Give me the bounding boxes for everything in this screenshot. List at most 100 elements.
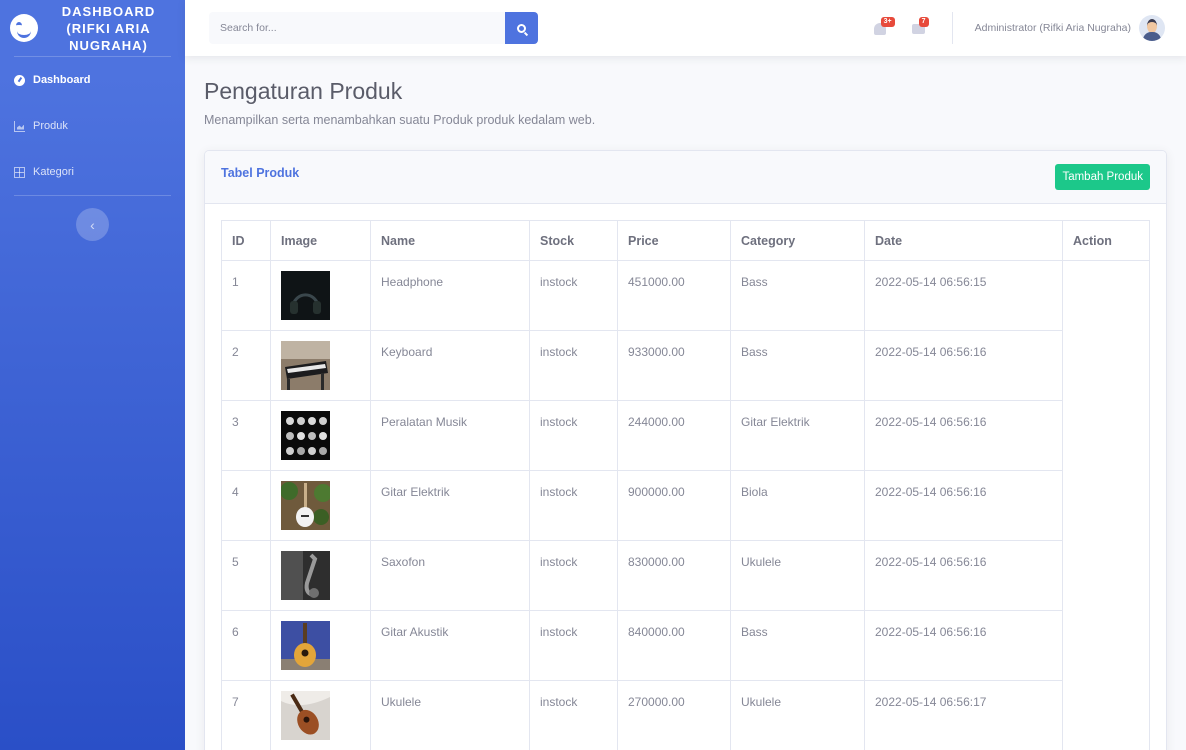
cell-stock: instock <box>529 610 618 681</box>
cell-action <box>1062 400 1150 471</box>
table-row: 1 Headphone instock 451000.00 Bass 2022-… <box>221 260 1150 331</box>
page-title: Pengaturan Produk <box>204 78 403 104</box>
sidebar-item-label: Produk <box>33 120 68 132</box>
sidebar-divider <box>14 195 171 196</box>
laugh-wink-icon <box>10 14 38 42</box>
cell-id: 6 <box>221 610 271 681</box>
cell-image <box>270 610 371 681</box>
cell-price: 840000.00 <box>617 610 731 681</box>
product-image-peralatan-musik[interactable] <box>281 411 330 460</box>
sidebar-item-produk[interactable]: Produk <box>0 103 185 149</box>
add-product-button[interactable]: Tambah Produk <box>1055 164 1150 190</box>
cell-image <box>270 260 371 331</box>
brand-text: DASHBOARD (RIFKI ARIA NUGRAHA) <box>61 3 156 53</box>
cell-date: 2022-05-14 06:56:16 <box>864 330 1063 401</box>
cell-price: 451000.00 <box>617 260 731 331</box>
messages-button[interactable]: 7 <box>911 17 929 35</box>
user-name[interactable]: Administrator (Rifki Aria Nugraha) <box>975 22 1131 34</box>
col-header-category[interactable]: Category <box>730 220 865 261</box>
cell-date: 2022-05-14 06:56:15 <box>864 260 1063 331</box>
messages-badge: 7 <box>918 17 929 27</box>
product-image-keyboard[interactable] <box>281 341 330 390</box>
cell-action <box>1062 540 1150 611</box>
cell-date: 2022-05-14 06:56:16 <box>864 400 1063 471</box>
search-input[interactable] <box>209 12 505 44</box>
sidebar-item-label: Dashboard <box>33 74 91 86</box>
topbar-right: 3+ 7 Administrator (Rifki Aria Nugraha) <box>873 0 1186 56</box>
card-title: Tabel Produk <box>221 166 300 180</box>
tachometer-icon <box>14 74 25 86</box>
cell-price: 900000.00 <box>617 470 731 541</box>
cell-name: Ukulele <box>370 680 530 750</box>
cell-action <box>1062 470 1150 541</box>
cell-id: 2 <box>221 330 271 401</box>
cell-category: Ukulele <box>730 540 865 611</box>
cell-id: 7 <box>221 680 271 750</box>
search-button[interactable] <box>505 12 538 44</box>
cell-category: Biola <box>730 470 865 541</box>
col-header-date[interactable]: Date <box>864 220 1063 261</box>
cell-price: 933000.00 <box>617 330 731 401</box>
cell-date: 2022-05-14 06:56:16 <box>864 610 1063 681</box>
cell-action <box>1062 610 1150 681</box>
cell-category: Bass <box>730 260 865 331</box>
product-image-gitar-elektrik[interactable] <box>281 481 330 530</box>
cell-category: Bass <box>730 330 865 401</box>
product-table: ID Image Name Stock Price Category Date … <box>221 220 1150 750</box>
sidebar-brand[interactable]: DASHBOARD (RIFKI ARIA NUGRAHA) <box>0 0 185 56</box>
product-image-gitar-akustik[interactable] <box>281 621 330 670</box>
card-header: Tabel Produk Tambah Produk <box>205 151 1166 204</box>
col-header-action[interactable]: Action <box>1062 220 1150 261</box>
col-header-id[interactable]: ID <box>221 220 271 261</box>
table-header-row: ID Image Name Stock Price Category Date … <box>221 220 1150 261</box>
cell-action <box>1062 330 1150 401</box>
cell-stock: instock <box>529 540 618 611</box>
cell-date: 2022-05-14 06:56:16 <box>864 540 1063 611</box>
alerts-button[interactable]: 3+ <box>873 17 895 35</box>
search-icon <box>517 23 526 33</box>
cell-price: 270000.00 <box>617 680 731 750</box>
cell-stock: instock <box>529 260 618 331</box>
cell-action <box>1062 680 1150 750</box>
cell-stock: instock <box>529 470 618 541</box>
cell-name: Gitar Akustik <box>370 610 530 681</box>
table-row: 4 Gitar Elektrik instock 900000.00 Biola… <box>221 470 1150 541</box>
cell-category: Bass <box>730 610 865 681</box>
cell-image <box>270 330 371 401</box>
sidebar-item-dashboard[interactable]: Dashboard <box>0 57 185 103</box>
sidebar-toggle-button[interactable]: ‹ <box>76 208 109 241</box>
table-row: 6 Gitar Akustik instock 840000.00 Bass 2… <box>221 610 1150 681</box>
cell-image <box>270 470 371 541</box>
table-row: 5 Saxofon instock 830000.00 Ukulele 2022… <box>221 540 1150 611</box>
cell-name: Saxofon <box>370 540 530 611</box>
col-header-name[interactable]: Name <box>370 220 530 261</box>
cell-image <box>270 680 371 750</box>
cell-price: 830000.00 <box>617 540 731 611</box>
product-image-saxofon[interactable] <box>281 551 330 600</box>
cell-id: 1 <box>221 260 271 331</box>
table-row: 3 Peralatan Musik instock 244000.00 Gita… <box>221 400 1150 471</box>
product-image-headphone[interactable] <box>281 271 330 320</box>
cell-price: 244000.00 <box>617 400 731 471</box>
cell-id: 5 <box>221 540 271 611</box>
col-header-stock[interactable]: Stock <box>529 220 618 261</box>
cell-stock: instock <box>529 400 618 471</box>
col-header-price[interactable]: Price <box>617 220 731 261</box>
product-image-ukulele[interactable] <box>281 691 330 740</box>
sidebar: DASHBOARD (RIFKI ARIA NUGRAHA) Dashboard… <box>0 0 185 750</box>
topbar: 3+ 7 Administrator (Rifki Aria Nugraha) <box>185 0 1186 56</box>
main-content: Pengaturan Produk Menampilkan serta mena… <box>185 56 1186 750</box>
cell-stock: instock <box>529 330 618 401</box>
cell-action <box>1062 260 1150 331</box>
cell-stock: instock <box>529 680 618 750</box>
cell-category: Gitar Elektrik <box>730 400 865 471</box>
search-form <box>209 12 538 44</box>
sidebar-item-kategori[interactable]: Kategori <box>0 149 185 195</box>
avatar[interactable] <box>1139 15 1165 41</box>
cell-id: 3 <box>221 400 271 471</box>
cell-date: 2022-05-14 06:56:16 <box>864 470 1063 541</box>
page-subtitle: Menampilkan serta menambahkan suatu Prod… <box>204 113 596 127</box>
table-icon <box>14 166 25 178</box>
col-header-image[interactable]: Image <box>270 220 371 261</box>
cell-name: Keyboard <box>370 330 530 401</box>
